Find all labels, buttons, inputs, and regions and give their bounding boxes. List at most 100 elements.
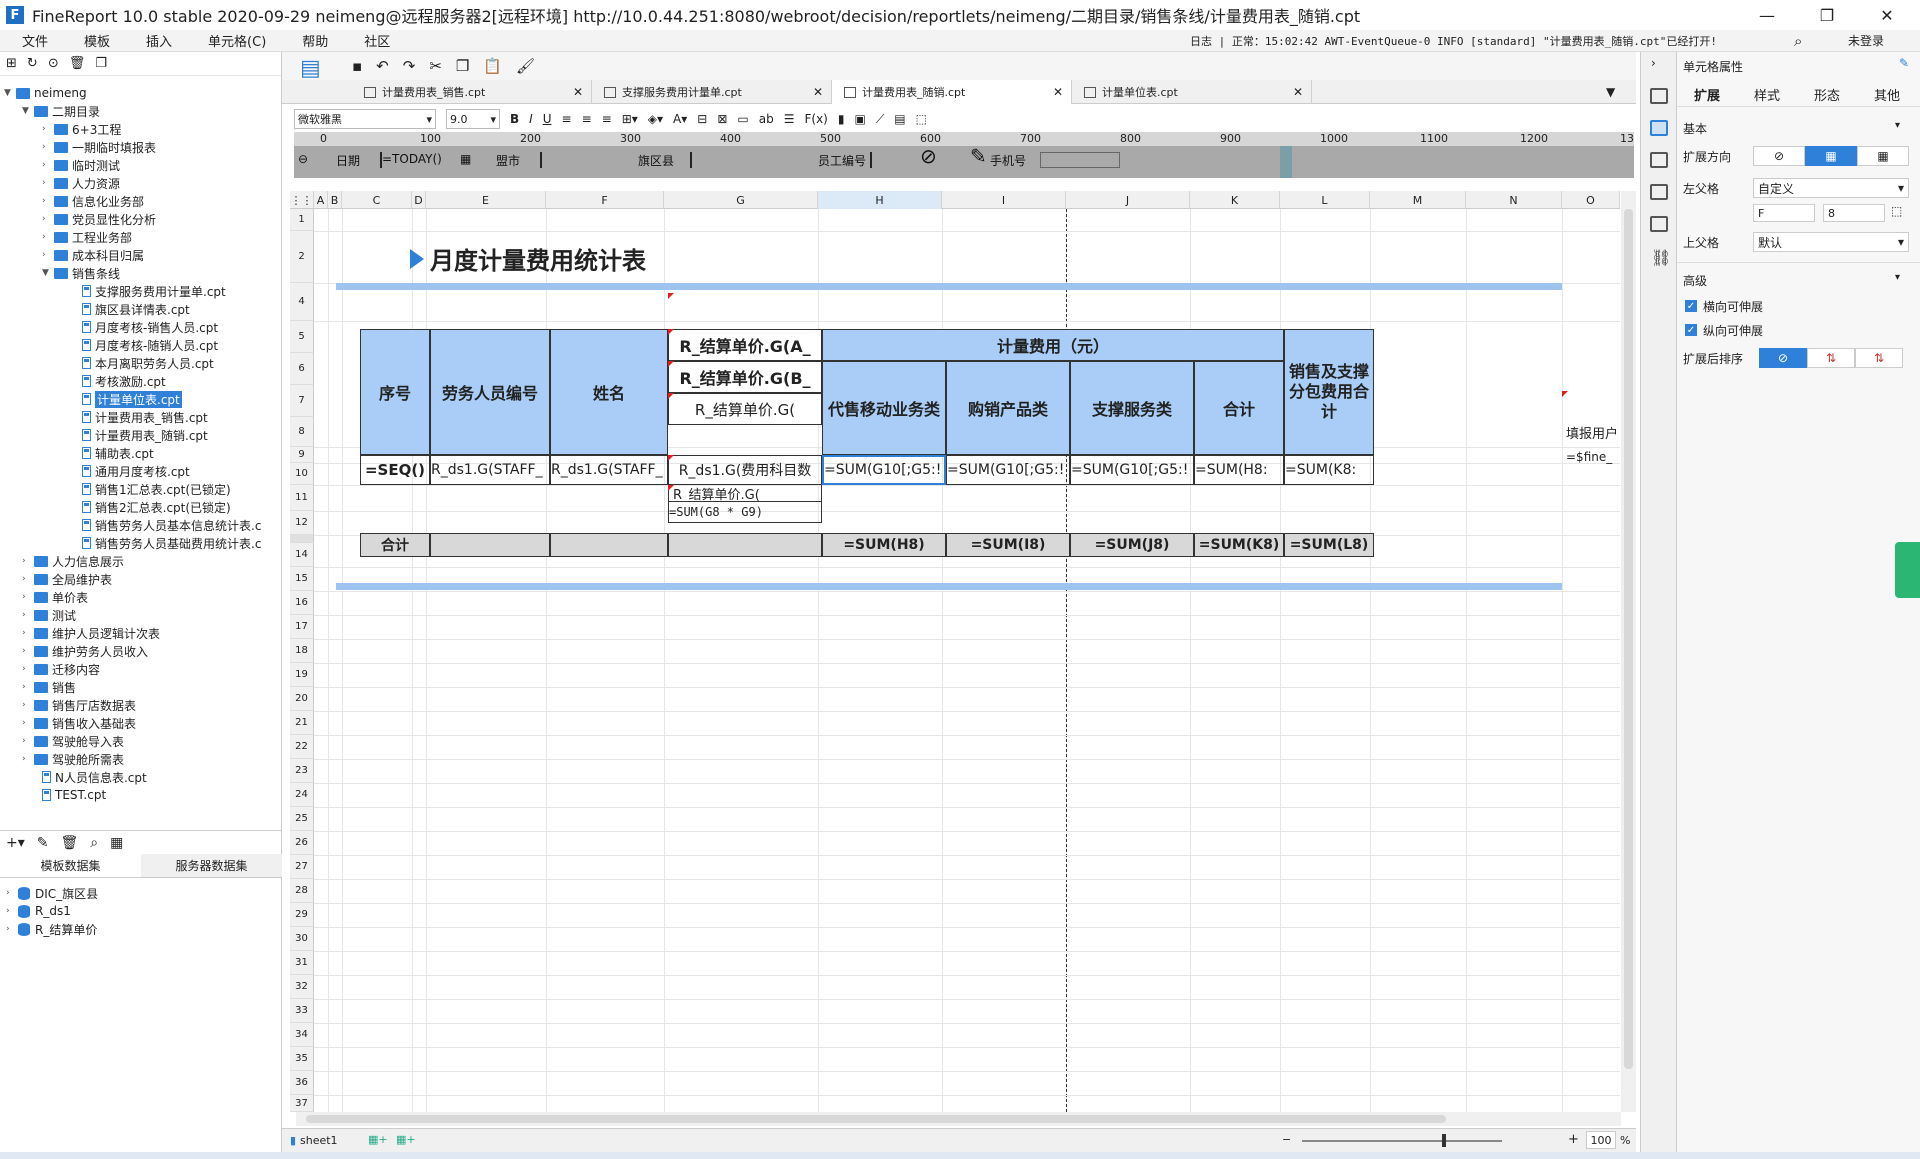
- tree-file[interactable]: 本月离职劳务人员.cpt: [82, 354, 214, 372]
- align-right-icon[interactable]: ≡: [602, 112, 612, 126]
- select-all[interactable]: ⋮⋮: [290, 191, 314, 209]
- zoom-slider-thumb[interactable]: [1442, 1134, 1446, 1147]
- cell-g10[interactable]: =SUM(G8 * G9): [668, 501, 822, 523]
- add-dashboard-icon[interactable]: ▦+: [396, 1133, 416, 1146]
- header-support-service[interactable]: 支撑服务类: [1070, 361, 1194, 455]
- menu-help[interactable]: 帮助: [280, 31, 342, 50]
- tab-style[interactable]: 样式: [1737, 82, 1797, 106]
- locate-icon[interactable]: ⊙: [48, 56, 59, 71]
- tree-folder[interactable]: › 维护劳务人员收入: [22, 642, 148, 660]
- horizontal-scrollbar[interactable]: [296, 1112, 1621, 1126]
- cell-e11[interactable]: [430, 533, 550, 557]
- tab-template-dataset[interactable]: 模板数据集: [0, 854, 141, 878]
- file-tab[interactable]: 计量费用表_销售.cpt ✕: [352, 80, 592, 104]
- widget-icon[interactable]: [1650, 184, 1668, 200]
- edit-icon[interactable]: ✎: [37, 835, 49, 851]
- row-header[interactable]: 5: [290, 321, 314, 353]
- edit-icon[interactable]: ✎: [970, 144, 987, 168]
- row-header[interactable]: 37: [290, 1095, 314, 1112]
- row-header[interactable]: 28: [290, 879, 314, 903]
- tree-file[interactable]: 销售劳务人员基本信息统计表.c: [82, 516, 261, 534]
- paste-icon[interactable]: 📋: [483, 57, 502, 75]
- underline-button[interactable]: U: [543, 112, 552, 126]
- row-header[interactable]: 29: [290, 903, 314, 927]
- close-tab-icon[interactable]: ✕: [813, 85, 823, 99]
- row-header[interactable]: 6: [290, 353, 314, 385]
- row-header[interactable]: 11: [290, 485, 314, 511]
- header-staff-id[interactable]: 劳务人员编号: [430, 329, 550, 455]
- tree-folder[interactable]: › 驾驶舱所需表: [22, 750, 124, 768]
- dataset-item[interactable]: › DIC_旗区县: [6, 884, 98, 902]
- row-header[interactable]: 7: [290, 385, 314, 417]
- menu-community[interactable]: 社区: [342, 31, 404, 50]
- vertical-scrollbar[interactable]: [1621, 191, 1636, 1112]
- row-header[interactable]: 2: [290, 231, 314, 283]
- file-tab[interactable]: 计量单位表.cpt ✕: [1072, 80, 1312, 104]
- preview-icon[interactable]: ⌕: [90, 835, 98, 851]
- direction-none-button[interactable]: ⊘: [1753, 146, 1805, 166]
- tree-folder[interactable]: › 维护人员逻辑计次表: [22, 624, 160, 642]
- tree-file[interactable]: 考核激励.cpt: [82, 372, 166, 390]
- close-tab-icon[interactable]: ✕: [1053, 85, 1063, 99]
- chart-icon[interactable]: ▮: [838, 112, 845, 126]
- header-purchase-sales[interactable]: 购销产品类: [946, 361, 1070, 455]
- new-folder-icon[interactable]: ⊞: [6, 56, 17, 71]
- zoom-slider[interactable]: [1302, 1140, 1502, 1142]
- dataset-item[interactable]: › R_结算单价: [6, 920, 97, 938]
- row-header[interactable]: 15: [290, 567, 314, 591]
- font-size-select[interactable]: 9.0 ▾: [446, 109, 500, 129]
- file-tab-active[interactable]: 计量费用表_随销.cpt ✕: [832, 80, 1072, 104]
- cell-g11[interactable]: [668, 533, 822, 557]
- redo-icon[interactable]: ↷: [403, 57, 416, 75]
- row-header[interactable]: 19: [290, 663, 314, 687]
- row-header[interactable]: 12: [290, 511, 314, 535]
- text-icon[interactable]: ab: [759, 112, 774, 126]
- cell-h11[interactable]: =SUM(H8): [822, 533, 946, 557]
- add-sheet-icon[interactable]: ▦+: [368, 1133, 388, 1146]
- tab-list-icon[interactable]: ▼: [1606, 80, 1636, 103]
- col-d[interactable]: D: [412, 191, 426, 209]
- v-expand-checkbox[interactable]: ✓: [1685, 324, 1697, 336]
- pick-cell-icon[interactable]: ⬚: [1891, 204, 1902, 218]
- col-e[interactable]: E: [426, 191, 546, 209]
- cell-g9[interactable]: R_结算单价.G(: [668, 485, 822, 501]
- menu-template[interactable]: 模板: [62, 31, 124, 50]
- tree-folder[interactable]: › 6+3工程: [42, 120, 121, 138]
- col-m[interactable]: M: [1370, 191, 1466, 209]
- section-basic[interactable]: 基本: [1683, 120, 1707, 137]
- row-header[interactable]: 1: [290, 209, 314, 231]
- row-header[interactable]: 34: [290, 1023, 314, 1047]
- param-phone-input[interactable]: [1040, 152, 1120, 168]
- h-expand-checkbox[interactable]: ✓: [1685, 300, 1697, 312]
- row-header[interactable]: 33: [290, 999, 314, 1023]
- font-family-select[interactable]: 微软雅黑 ▾: [294, 109, 436, 129]
- dataset-item[interactable]: › R_ds1: [6, 902, 71, 920]
- tree-folder[interactable]: › 全局维护表: [22, 570, 112, 588]
- cell-i8[interactable]: =SUM(G10[;G5:!: [946, 455, 1070, 485]
- tree-file[interactable]: N人员信息表.cpt: [42, 768, 147, 786]
- row-header[interactable]: 10: [290, 463, 314, 485]
- collapse-icon[interactable]: ›: [1651, 56, 1656, 70]
- menu-file[interactable]: 文件: [0, 31, 62, 50]
- menu-cell[interactable]: 单元格(C): [186, 31, 280, 50]
- add-dataset-icon[interactable]: +▾: [6, 835, 25, 851]
- cell-element-icon[interactable]: [1650, 152, 1668, 168]
- cell-i11[interactable]: =SUM(I8): [946, 533, 1070, 557]
- col-k[interactable]: K: [1190, 191, 1280, 209]
- tree-folder[interactable]: › 迁移内容: [22, 660, 100, 678]
- cell-h8-selected[interactable]: =SUM(G10[;G5:!: [822, 455, 946, 485]
- tree-file[interactable]: 计量费用表_随销.cpt: [82, 426, 208, 444]
- header-price-a[interactable]: R_结算单价.G(A_: [668, 329, 822, 361]
- tree-file[interactable]: 计量费用表_销售.cpt: [82, 408, 208, 426]
- tree-folder[interactable]: › 信息化业务部: [42, 192, 144, 210]
- tree-folder[interactable]: › 临时测试: [42, 156, 120, 174]
- tree-folder[interactable]: › 销售厅店数据表: [22, 696, 136, 714]
- cut-icon[interactable]: ✂: [429, 57, 442, 75]
- row-header[interactable]: 31: [290, 951, 314, 975]
- undo-icon[interactable]: ↶: [376, 57, 389, 75]
- close-tab-icon[interactable]: ✕: [1293, 85, 1303, 99]
- tree-file-selected[interactable]: 计量单位表.cpt: [82, 390, 182, 408]
- row-header[interactable]: 18: [290, 639, 314, 663]
- left-parent-column[interactable]: F: [1753, 204, 1815, 222]
- zoom-out-icon[interactable]: −: [1282, 1133, 1291, 1146]
